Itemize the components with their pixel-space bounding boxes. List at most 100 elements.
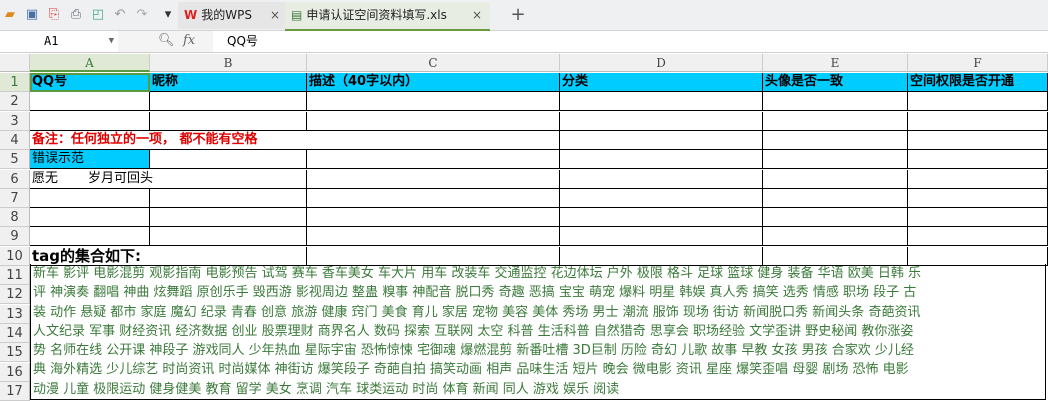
note-cell[interactable]: 备注：任何独立的一项， 都不能有空格 (30, 130, 560, 150)
cell[interactable] (908, 208, 1048, 228)
cell[interactable] (908, 227, 1048, 247)
tag-title-cell[interactable]: tag的集合如下: (30, 246, 307, 266)
undo-icon[interactable]: ↶ (112, 7, 128, 23)
tag-list-cell[interactable]: 新车 影评 电影混剪 观影指南 电影预告 试驾 赛车 香车美女 车大片 用车 改… (30, 264, 1046, 401)
tab-spreadsheet[interactable]: ▤ 申请认证空间资料填写.xls × (285, 2, 490, 31)
cell[interactable] (150, 111, 307, 131)
cell[interactable] (307, 208, 560, 228)
header-cell[interactable]: 描述（40字以内） (307, 73, 560, 92)
cell[interactable] (30, 208, 150, 228)
row-header-9[interactable]: 9 (0, 227, 30, 247)
header-cell[interactable]: 空间权限是否开通 (908, 73, 1048, 92)
insert-function-button[interactable]: fx (183, 33, 195, 48)
row-header-6[interactable]: 6 (0, 169, 30, 189)
cell[interactable] (560, 188, 763, 208)
cell[interactable] (908, 169, 1048, 189)
save-icon[interactable]: ▣ (24, 7, 40, 23)
name-box[interactable]: A1 ▼ (0, 31, 118, 52)
cell[interactable] (763, 111, 908, 131)
cell[interactable] (560, 92, 763, 112)
customize-dropdown-icon[interactable]: ▾ (160, 7, 176, 23)
cell[interactable] (908, 130, 1048, 150)
cell[interactable] (908, 92, 1048, 112)
cell[interactable] (763, 169, 908, 189)
cell[interactable] (763, 150, 908, 170)
row-header-3[interactable]: 3 (0, 111, 30, 131)
new-tab-button[interactable]: + (510, 6, 526, 24)
row-header-17[interactable]: 17 (0, 381, 30, 401)
cell[interactable] (560, 227, 763, 247)
cell[interactable] (763, 130, 908, 150)
cell[interactable] (560, 130, 763, 150)
cell[interactable] (908, 188, 1048, 208)
row-header-15[interactable]: 15 (0, 343, 30, 363)
cell[interactable] (150, 150, 307, 170)
row-header-1[interactable]: 1 (0, 73, 30, 92)
cell[interactable] (150, 227, 307, 247)
cell[interactable] (763, 246, 908, 266)
cell[interactable] (150, 169, 307, 189)
example-cell[interactable]: 愿无 岁月可回头 (30, 170, 153, 189)
header-cell[interactable]: 头像是否一致 (763, 73, 908, 92)
row-header-5[interactable]: 5 (0, 150, 30, 170)
cell[interactable] (908, 111, 1048, 131)
row-header-11[interactable]: 11 (0, 266, 30, 285)
header-cell[interactable]: 昵称 (150, 73, 307, 92)
cell[interactable] (763, 227, 908, 247)
row-header-10[interactable]: 10 (0, 246, 30, 266)
cell[interactable] (307, 246, 560, 266)
cell[interactable] (150, 208, 307, 228)
row-header-14[interactable]: 14 (0, 323, 30, 343)
tab-my-wps[interactable]: W 我的WPS × (178, 2, 288, 29)
close-tab-icon[interactable]: × (472, 2, 482, 29)
cell[interactable] (560, 246, 763, 266)
header-cell[interactable]: 分类 (560, 73, 763, 92)
cell[interactable] (560, 208, 763, 228)
column-header-e[interactable]: E (763, 54, 908, 72)
cell[interactable] (30, 188, 150, 208)
cell[interactable] (150, 188, 307, 208)
cell[interactable] (307, 188, 560, 208)
chevron-down-icon[interactable]: ▼ (109, 31, 114, 52)
row-header-13[interactable]: 13 (0, 304, 30, 324)
cell[interactable] (763, 188, 908, 208)
header-cell[interactable]: QQ号 (30, 73, 150, 92)
cell[interactable] (908, 150, 1048, 170)
open-folder-icon[interactable]: ▰ (2, 7, 18, 23)
cell[interactable] (560, 150, 763, 170)
export-pdf-icon[interactable]: ⎘ (46, 7, 62, 23)
close-tab-icon[interactable]: × (270, 2, 280, 29)
column-header-d[interactable]: D (560, 54, 763, 72)
cell[interactable] (307, 227, 560, 247)
column-header-a[interactable]: A (30, 54, 150, 72)
cell[interactable] (908, 246, 1048, 266)
redo-icon[interactable]: ↷ (134, 7, 150, 23)
cell[interactable] (763, 208, 908, 228)
print-preview-icon[interactable]: ◰ (90, 7, 106, 23)
row-header-2[interactable]: 2 (0, 92, 30, 112)
cell[interactable] (30, 111, 150, 131)
cell[interactable] (560, 111, 763, 131)
formula-input[interactable]: QQ号 (213, 31, 1048, 52)
example-label-cell[interactable]: 错误示范 (30, 150, 150, 170)
column-header-c[interactable]: C (307, 54, 560, 72)
row-header-8[interactable]: 8 (0, 208, 30, 228)
cell[interactable] (307, 169, 560, 189)
print-icon[interactable]: ⎙ (68, 7, 84, 23)
row-header-7[interactable]: 7 (0, 188, 30, 208)
column-header-b[interactable]: B (150, 54, 307, 72)
cell[interactable] (30, 92, 150, 112)
select-all-corner[interactable] (0, 54, 30, 72)
cell[interactable] (560, 169, 763, 189)
cell[interactable] (763, 92, 908, 112)
cell[interactable] (307, 111, 560, 131)
zoom-search-icon[interactable]: 🔍︎ (158, 33, 175, 48)
cell[interactable] (150, 92, 307, 112)
cell[interactable] (30, 227, 150, 247)
row-header-16[interactable]: 16 (0, 362, 30, 382)
row-header-12[interactable]: 12 (0, 285, 30, 305)
cell[interactable] (307, 150, 560, 170)
column-header-f[interactable]: F (908, 54, 1048, 72)
cell[interactable] (307, 92, 560, 112)
row-header-4[interactable]: 4 (0, 130, 30, 150)
